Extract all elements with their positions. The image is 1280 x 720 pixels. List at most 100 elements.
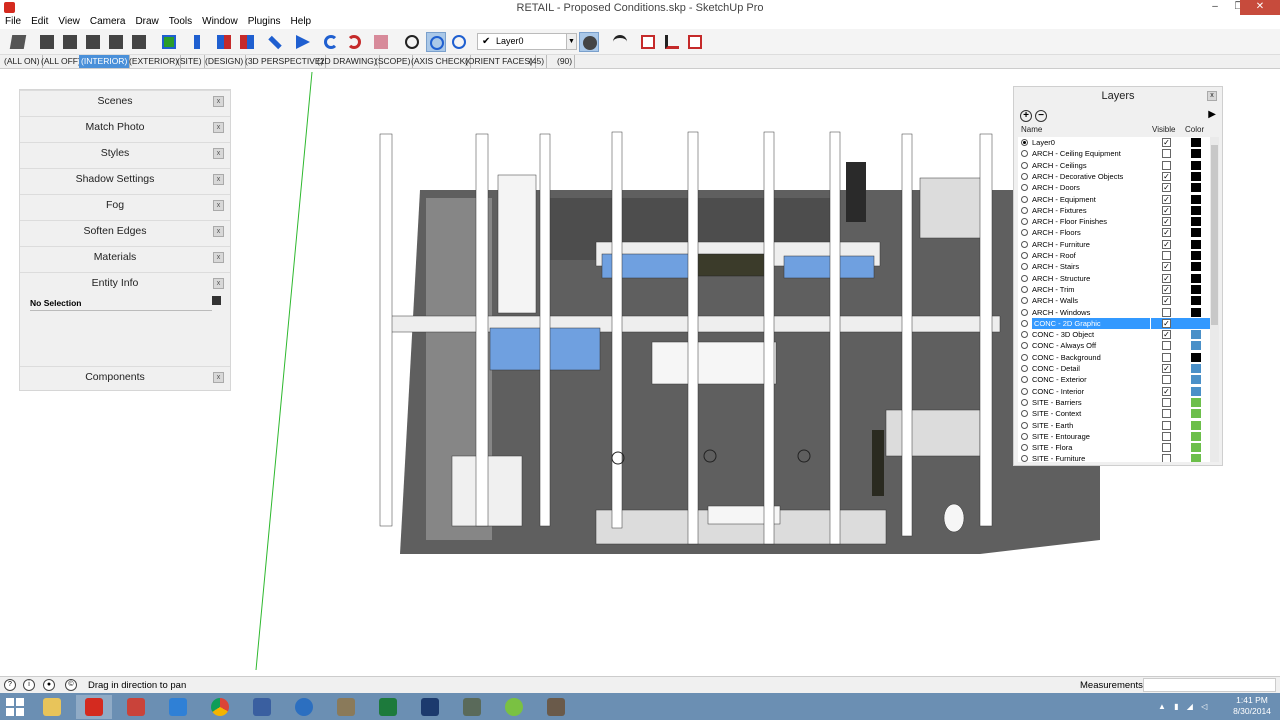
layer-name[interactable]: CONC - Exterior [1032, 374, 1087, 385]
layer-visible-checkbox[interactable] [1162, 149, 1171, 159]
minimize-button[interactable]: – [1202, 0, 1228, 16]
layer-visible-checkbox[interactable]: ✓ [1162, 194, 1171, 204]
active-layer-radio[interactable] [1021, 150, 1028, 158]
tray-scenes[interactable]: Scenes x [20, 90, 230, 111]
layer-row[interactable]: SITE - Earth [1018, 420, 1210, 431]
menu-window[interactable]: Window [197, 15, 243, 29]
google-earth-icon[interactable] [286, 695, 322, 719]
layer-row[interactable]: CONC - Interior ✓ [1018, 386, 1210, 397]
windows-start-icon[interactable] [6, 698, 24, 716]
layer-row[interactable]: SITE - Entourage [1018, 431, 1210, 442]
active-layer-radio[interactable] [1021, 365, 1028, 372]
layer-name[interactable]: ARCH - Floors [1032, 227, 1081, 238]
dimension-icon[interactable] [662, 32, 682, 52]
layer-visible-checkbox[interactable]: ✓ [1162, 217, 1171, 227]
tray-materials[interactable]: Materials x [20, 246, 230, 267]
layer-color-swatch[interactable] [1191, 330, 1201, 340]
current-layer-select[interactable]: ✔ Layer0 ▼ [477, 33, 577, 50]
layer-color-swatch[interactable] [1191, 205, 1201, 215]
left-view-icon[interactable] [129, 32, 149, 52]
active-layer-radio[interactable] [1021, 229, 1028, 237]
close-icon[interactable]: x [213, 226, 224, 237]
layer-name[interactable]: ARCH - Stairs [1032, 261, 1079, 272]
active-layer-radio[interactable] [1021, 410, 1028, 418]
layer-visible-checkbox[interactable] [1162, 420, 1171, 430]
active-layer-radio[interactable] [1021, 172, 1028, 180]
sketchup-viewer-icon[interactable] [538, 695, 574, 719]
menu-file[interactable]: File [0, 15, 26, 29]
front-view-icon[interactable] [60, 32, 80, 52]
layer-row[interactable]: ARCH - Ceilings [1018, 160, 1210, 171]
layer-visible-checkbox[interactable]: ✓ [1162, 138, 1171, 147]
info-icon[interactable]: i [23, 679, 35, 691]
layer-row[interactable]: ARCH - Furniture ✓ [1018, 239, 1210, 250]
active-layer-radio[interactable] [1021, 376, 1028, 384]
scene-tab-design[interactable]: (DESIGN) [203, 55, 247, 68]
layer-name[interactable]: ARCH - Decorative Objects [1032, 171, 1123, 182]
scene-tab-interior[interactable]: (INTERIOR) [79, 55, 131, 68]
add-layer-button[interactable]: + [1020, 110, 1032, 122]
active-layer-radio[interactable] [1021, 455, 1028, 462]
active-layer-radio[interactable] [1021, 444, 1028, 452]
system-tray-icons[interactable]: ▲ ▮ ◢ ◁ [1158, 702, 1210, 711]
layer-visible-checkbox[interactable] [1162, 454, 1171, 462]
scene-tab-2d-drawing[interactable]: (2D DRAWING) [315, 55, 380, 68]
layer-name[interactable]: CONC - Always Off [1032, 340, 1096, 351]
layer-color-swatch[interactable] [1191, 397, 1201, 407]
layer-color-swatch[interactable] [1191, 228, 1201, 238]
close-icon[interactable]: x [213, 148, 224, 159]
layout-icon[interactable] [118, 695, 154, 719]
scene-tab-scope[interactable]: (SCOPE) [373, 55, 414, 68]
chrome-icon[interactable] [202, 695, 238, 719]
active-layer-radio[interactable] [1021, 308, 1028, 316]
layer-color-swatch[interactable] [1191, 318, 1201, 328]
close-icon[interactable]: x [213, 96, 224, 107]
sketchup-taskbar-icon[interactable] [76, 695, 112, 719]
layer-row[interactable]: SITE - Furniture [1018, 453, 1210, 462]
active-layer-radio[interactable] [1021, 421, 1028, 429]
layer-name[interactable]: SITE - Entourage [1032, 431, 1090, 442]
move-down-icon[interactable] [237, 32, 257, 52]
active-layer-radio[interactable] [1021, 274, 1028, 282]
layer-visible-checkbox[interactable]: ✓ [1162, 205, 1171, 215]
rotate-right-icon[interactable] [344, 32, 364, 52]
active-layer-radio[interactable] [1021, 353, 1028, 361]
tray-fog[interactable]: Fog x [20, 194, 230, 215]
layer-color-swatch[interactable] [1191, 217, 1201, 227]
close-icon[interactable]: x [213, 278, 224, 289]
layer-visible-checkbox[interactable]: ✓ [1162, 183, 1171, 193]
layer-color-swatch[interactable] [1191, 341, 1201, 351]
layer-name[interactable]: CONC - Interior [1032, 386, 1084, 397]
layer-visible-checkbox[interactable]: ✓ [1162, 386, 1171, 396]
right-view-icon[interactable] [83, 32, 103, 52]
active-layer-radio[interactable] [1021, 342, 1028, 350]
layer-color-swatch[interactable] [1191, 443, 1201, 453]
close-button[interactable]: ✕ [1240, 0, 1280, 16]
active-layer-radio[interactable] [1021, 432, 1028, 440]
rotate-left-icon[interactable] [321, 32, 341, 52]
active-layer-radio[interactable] [1021, 387, 1028, 395]
layer-visible-checkbox[interactable] [1162, 341, 1171, 351]
layer-row[interactable]: ARCH - Doors ✓ [1018, 182, 1210, 193]
active-layer-radio[interactable] [1021, 218, 1028, 226]
active-layer-radio[interactable] [1021, 398, 1028, 406]
layer-row[interactable]: ARCH - Equipment ✓ [1018, 194, 1210, 205]
layer-row[interactable]: CONC - Always Off [1018, 340, 1210, 351]
layer-name[interactable]: CONC - Background [1032, 352, 1101, 363]
close-icon[interactable]: x [213, 200, 224, 211]
section-plane-icon[interactable] [159, 32, 179, 52]
pan-icon[interactable] [426, 32, 446, 52]
layer-row[interactable]: CONC - Exterior [1018, 374, 1210, 385]
active-layer-radio[interactable] [1021, 252, 1028, 259]
gimp-icon[interactable] [328, 695, 364, 719]
profile-icon[interactable] [638, 32, 658, 52]
layer-color-swatch[interactable] [1191, 364, 1201, 373]
layer-row[interactable]: ARCH - Roof [1018, 250, 1210, 261]
menu-edit[interactable]: Edit [26, 15, 53, 29]
layer-visible-checkbox[interactable]: ✓ [1162, 296, 1171, 306]
layer-visible-checkbox[interactable] [1162, 375, 1171, 385]
layer-color-swatch[interactable] [1191, 251, 1201, 260]
layer-visible-checkbox[interactable]: ✓ [1162, 228, 1171, 238]
layer-color-swatch[interactable] [1191, 160, 1201, 170]
layer-name[interactable]: ARCH - Furniture [1032, 239, 1090, 250]
